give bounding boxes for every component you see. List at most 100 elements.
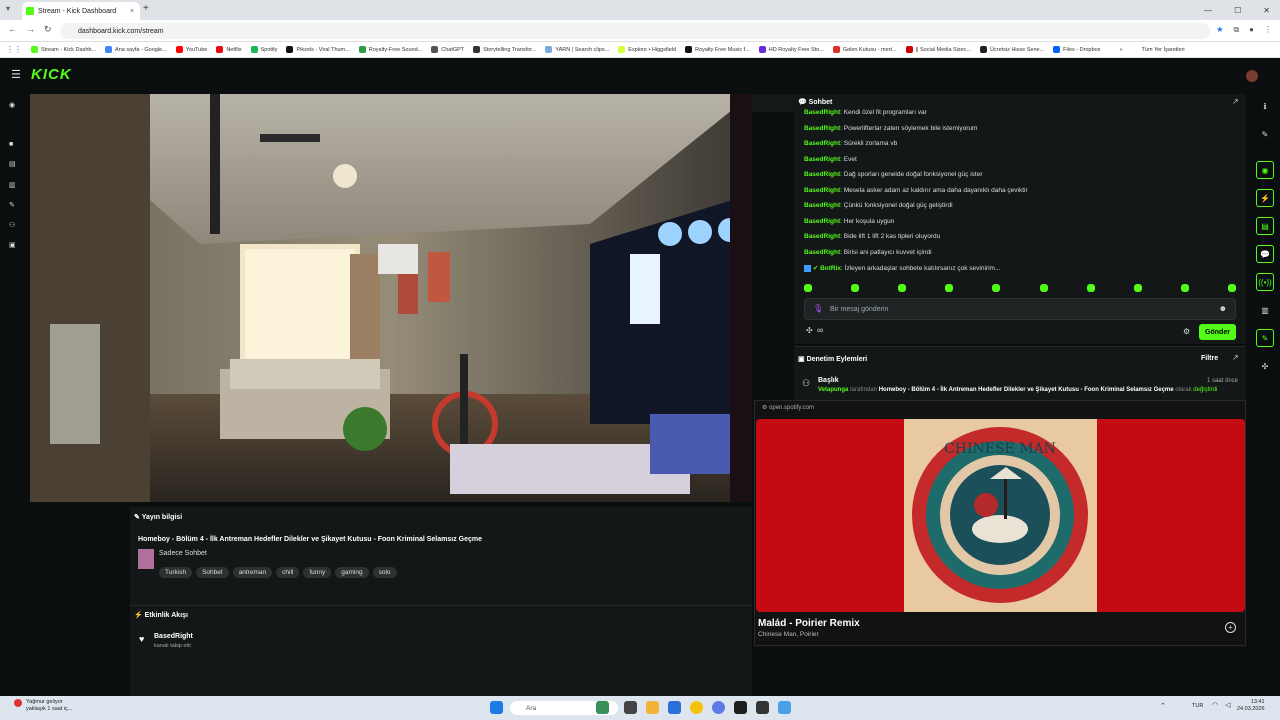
url-input[interactable]: dashboard.kick.com/stream [60,23,1210,39]
add-song-button[interactable]: + [1225,622,1236,633]
stream-tag[interactable]: solo [372,567,397,578]
bookmark-item[interactable]: Stream - Kick Dashb... [31,46,96,53]
forward-icon[interactable]: → [26,24,35,34]
chat-input[interactable]: 🎙 Bir mesaj gönderin ☻ [804,298,1236,320]
chat-username[interactable]: BasedRight [804,156,840,163]
emote-icon[interactable] [992,284,1001,292]
nav-users-icon[interactable]: ⚇ [9,221,15,229]
emoji-icon[interactable]: ☻ [1219,304,1227,313]
nav-doc-icon[interactable]: ▣ [9,241,16,249]
bookmark-star-icon[interactable]: ★ [1216,25,1223,35]
broadcast-icon[interactable]: ((•)) [1256,273,1274,291]
edit-icon[interactable]: ✎ [1256,125,1274,143]
menu-icon[interactable]: ⋮ [1264,25,1272,35]
stack-icon[interactable]: ▥ [1256,301,1274,319]
emote-icon[interactable] [1227,284,1236,292]
bookmark-item[interactable]: Storytelling Transfor... [473,46,536,53]
info-icon[interactable]: ℹ [1256,97,1274,115]
chat-username[interactable]: BasedRight [804,187,840,194]
stream-tag[interactable]: antreman [232,567,273,578]
emote-icon[interactable] [804,284,812,292]
browser-tab[interactable]: Stream - Kick Dashboard × [22,2,140,20]
hamburger-menu-icon[interactable]: ☰ [11,68,21,81]
close-window-icon[interactable]: ✕ [1263,6,1270,15]
emote-icon[interactable] [1039,284,1048,292]
wifi-icon[interactable]: ◠ [1212,701,1218,709]
minimize-icon[interactable]: — [1204,6,1212,15]
stream-video-preview[interactable] [30,94,752,502]
bookmark-item[interactable]: Netflix [216,46,242,53]
start-icon[interactable] [490,701,503,714]
bookmark-item[interactable]: YouTube [175,46,207,53]
app2-icon[interactable] [712,701,725,714]
nav-list-icon[interactable]: ▥ [9,181,16,189]
camera-icon[interactable]: ◉ [1256,161,1274,179]
terminal-icon[interactable] [734,701,747,714]
nav-chart-icon[interactable]: ▤ [9,160,16,168]
filter-button[interactable]: Filtre [1201,355,1218,362]
wrench-icon[interactable]: ✎ [1256,329,1274,347]
chat-username[interactable]: BasedRight [804,202,840,209]
emote-icon[interactable] [898,284,907,292]
site-settings-icon[interactable]: ⚙ [762,405,769,411]
chat-username[interactable]: BasedRight [804,171,840,178]
bookmark-item[interactable]: Ücretsiz Hisse Sene... [980,46,1044,53]
profile-icon[interactable]: ● [1249,25,1254,35]
chat-settings-left-icon[interactable]: ✣ [806,326,813,335]
explorer-icon[interactable] [646,701,659,714]
emote-icon[interactable] [851,284,860,292]
bookmark-item[interactable]: Royalty Free Music f... [685,46,750,53]
apps-icon[interactable]: ⋮⋮ [6,45,22,54]
tab-search-icon[interactable]: ▾ [6,4,10,13]
chat-username[interactable]: BasedRight [804,109,840,116]
bookmark-item[interactable]: Ana sayfa - Google... [105,46,167,53]
mod-popout-icon[interactable]: ↗ [1232,353,1239,362]
popout-icon[interactable]: ↗ [1232,97,1239,106]
language-indicator[interactable]: TUR [1192,703,1203,709]
document-icon[interactable]: ▤ [1256,217,1274,235]
stream-tag[interactable]: chill [276,567,300,578]
taskview-icon[interactable] [624,701,637,714]
app4-icon[interactable] [778,701,791,714]
chat-username[interactable]: BasedRight [804,125,840,132]
chat-username[interactable]: BasedRight [804,233,840,240]
bookmark-item[interactable]: Spotify [250,46,277,53]
stream-tag[interactable]: Turkish [159,567,193,578]
extensions-icon[interactable]: ⧉ [1233,25,1239,35]
bookmark-item[interactable]: Royalty-Free Sound... [358,46,422,53]
chrome-icon[interactable] [690,701,703,714]
bookmark-item[interactable]: || Social Media Sizec... [905,46,971,53]
stream-tag[interactable]: funny [303,567,332,578]
weather-widget[interactable]: Yağmur geliyor yaklaşık 1 saat iç... [26,699,72,713]
maximize-icon[interactable]: ☐ [1234,6,1241,15]
chat-rail-icon[interactable]: 💬 [1256,245,1274,263]
stream-tag[interactable]: gaming [335,567,369,578]
album-cover[interactable]: CHINESE MAN [904,419,1097,612]
app3-icon[interactable] [756,701,769,714]
mic-icon[interactable]: 🎙 [813,304,823,313]
reload-icon[interactable]: ↻ [44,24,52,35]
chat-username[interactable]: BasedRight [804,140,840,147]
song-title[interactable]: Malád - Poirier Remix [758,618,860,629]
emote-icon[interactable] [1086,284,1095,292]
tray-chevron-icon[interactable]: ⌃ [1160,702,1166,710]
bookmark-item[interactable]: Explore • Higgsfield [618,46,676,53]
app-icon[interactable] [668,701,681,714]
emote-icon[interactable] [1180,284,1189,292]
gear-icon[interactable]: ⚙ [1183,327,1190,336]
emote-icon[interactable] [945,284,954,292]
stream-category[interactable]: Sadece Sohbet [159,550,207,557]
nav-home-icon[interactable]: ■ [9,141,13,148]
bookmark-item[interactable]: Gelen Kutusu - mert... [832,46,897,53]
share-icon[interactable]: ✣ [1256,357,1274,375]
bookmark-item[interactable]: Files - Dropbox [1053,46,1100,53]
bookmark-item[interactable]: HD Royalty Free Sto... [758,46,824,53]
bookmark-item[interactable]: YARN | Search clips... [545,46,609,53]
nav-live-icon[interactable]: ◉ [9,101,15,109]
lightning-rail-icon[interactable]: ⚡ [1256,189,1274,207]
new-tab-button[interactable]: + [143,3,149,14]
mod-item-user[interactable]: Vetapunga [818,387,848,393]
chat-username[interactable]: BasedRight [804,218,840,225]
bookmark-item[interactable]: ChatGPT [431,46,464,53]
kick-logo[interactable]: KICK [31,66,72,83]
